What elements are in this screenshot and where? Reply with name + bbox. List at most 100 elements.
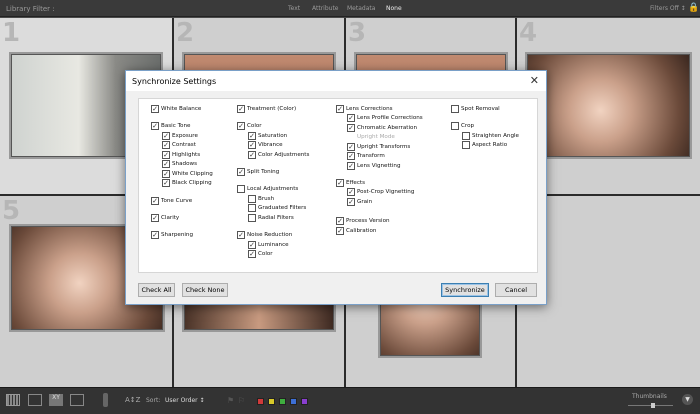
color-label-red[interactable] [257, 398, 264, 405]
checkbox-box[interactable] [162, 141, 170, 149]
sort-dropdown[interactable]: User Order ↕ [165, 397, 205, 404]
checkbox-lens-corrections[interactable]: Lens Corrections [336, 105, 393, 113]
checkbox-box[interactable] [248, 214, 256, 222]
checkbox-box[interactable] [336, 179, 344, 187]
checkbox-box[interactable] [151, 231, 159, 239]
checkbox-box[interactable] [151, 197, 159, 205]
checkbox-grain[interactable]: Grain [347, 198, 372, 206]
checkbox-highlights[interactable]: Highlights [162, 151, 200, 159]
checkbox-box[interactable] [237, 168, 245, 176]
check-none-button[interactable]: Check None [182, 283, 228, 297]
checkbox-color[interactable]: Color [248, 250, 273, 258]
reject-flag-icon[interactable]: ⚐ [238, 396, 245, 405]
filter-metadata[interactable]: Metadata [347, 5, 375, 12]
checkbox-box[interactable] [162, 179, 170, 187]
checkbox-lens-vignetting[interactable]: Lens Vignetting [347, 162, 401, 170]
checkbox-graduated-filters[interactable]: Graduated Filters [248, 204, 306, 212]
checkbox-box[interactable] [347, 143, 355, 151]
checkbox-box[interactable] [462, 141, 470, 149]
checkbox-effects[interactable]: Effects [336, 179, 365, 187]
checkbox-transform[interactable]: Transform [347, 152, 385, 160]
checkbox-box[interactable] [451, 122, 459, 130]
color-label-yellow[interactable] [268, 398, 275, 405]
checkbox-box[interactable] [162, 160, 170, 168]
check-all-button[interactable]: Check All [138, 283, 175, 297]
toolbar-menu-icon[interactable]: ▼ [682, 394, 693, 405]
checkbox-color[interactable]: Color [237, 122, 262, 130]
checkbox-calibration[interactable]: Calibration [336, 227, 376, 235]
checkbox-treatment-color[interactable]: Treatment (Color) [237, 105, 296, 113]
checkbox-tone-curve[interactable]: Tone Curve [151, 197, 192, 205]
thumbnail-size-slider[interactable] [628, 403, 673, 408]
flag-icon[interactable]: ⚑ [227, 396, 234, 405]
checkbox-spot-removal[interactable]: Spot Removal [451, 105, 500, 113]
grid-view-icon[interactable] [6, 394, 20, 406]
checkbox-sharpening[interactable]: Sharpening [151, 231, 193, 239]
checkbox-contrast[interactable]: Contrast [162, 141, 196, 149]
checkbox-box[interactable] [248, 250, 256, 258]
checkbox-box[interactable] [347, 114, 355, 122]
checkbox-noise-reduction[interactable]: Noise Reduction [237, 231, 292, 239]
checkbox-aspect-ratio[interactable]: Aspect Ratio [462, 141, 507, 149]
checkbox-shadows[interactable]: Shadows [162, 160, 197, 168]
filter-attribute[interactable]: Attribute [312, 5, 339, 12]
checkbox-box[interactable] [237, 105, 245, 113]
checkbox-box[interactable] [248, 241, 256, 249]
color-label-blue[interactable] [290, 398, 297, 405]
checkbox-black-clipping[interactable]: Black Clipping [162, 179, 212, 187]
checkbox-saturation[interactable]: Saturation [248, 132, 287, 140]
checkbox-box[interactable] [248, 141, 256, 149]
checkbox-box[interactable] [151, 214, 159, 222]
sort-direction-icon[interactable]: A↕Z [125, 396, 140, 404]
checkbox-box[interactable] [248, 132, 256, 140]
spray-can-icon[interactable] [103, 393, 108, 407]
checkbox-box[interactable] [451, 105, 459, 113]
checkbox-brush[interactable]: Brush [248, 195, 274, 203]
checkbox-upright-transforms[interactable]: Upright Transforms [347, 143, 410, 151]
checkbox-box[interactable] [336, 105, 344, 113]
checkbox-box[interactable] [462, 132, 470, 140]
checkbox-box[interactable] [347, 198, 355, 206]
loupe-view-icon[interactable] [28, 394, 42, 406]
filter-text[interactable]: Text [288, 5, 300, 12]
filter-none[interactable]: None [386, 5, 402, 12]
checkbox-split-toning[interactable]: Split Toning [237, 168, 279, 176]
compare-view-icon[interactable]: XY [49, 394, 63, 406]
lock-icon[interactable]: 🔒 [688, 3, 699, 13]
checkbox-box[interactable] [336, 227, 344, 235]
checkbox-crop[interactable]: Crop [451, 122, 474, 130]
checkbox-lens-profile-corrections[interactable]: Lens Profile Corrections [347, 114, 423, 122]
checkbox-color-adjustments[interactable]: Color Adjustments [248, 151, 309, 159]
checkbox-local-adjustments[interactable]: Local Adjustments [237, 185, 298, 193]
checkbox-clarity[interactable]: Clarity [151, 214, 179, 222]
close-icon[interactable]: ✕ [530, 74, 539, 87]
checkbox-chromatic-aberration[interactable]: Chromatic Aberration [347, 124, 417, 132]
checkbox-luminance[interactable]: Luminance [248, 241, 289, 249]
survey-view-icon[interactable] [70, 394, 84, 406]
cancel-button[interactable]: Cancel [495, 283, 537, 297]
checkbox-exposure[interactable]: Exposure [162, 132, 198, 140]
checkbox-box[interactable] [248, 151, 256, 159]
checkbox-box[interactable] [237, 231, 245, 239]
checkbox-box[interactable] [248, 204, 256, 212]
checkbox-radial-filters[interactable]: Radial Filters [248, 214, 294, 222]
checkbox-process-version[interactable]: Process Version [336, 217, 390, 225]
checkbox-box[interactable] [347, 124, 355, 132]
color-label-green[interactable] [279, 398, 286, 405]
checkbox-box[interactable] [162, 132, 170, 140]
color-label-purple[interactable] [301, 398, 308, 405]
checkbox-box[interactable] [237, 122, 245, 130]
checkbox-box[interactable] [248, 195, 256, 203]
checkbox-box[interactable] [347, 188, 355, 196]
checkbox-box[interactable] [336, 217, 344, 225]
checkbox-post-crop-vignetting[interactable]: Post-Crop Vignetting [347, 188, 414, 196]
checkbox-box[interactable] [151, 122, 159, 130]
checkbox-box[interactable] [347, 162, 355, 170]
checkbox-white-clipping[interactable]: White Clipping [162, 170, 213, 178]
checkbox-vibrance[interactable]: Vibrance [248, 141, 283, 149]
checkbox-box[interactable] [347, 152, 355, 160]
photo-thumbnail[interactable] [527, 54, 690, 157]
checkbox-box[interactable] [237, 185, 245, 193]
slider-handle[interactable] [650, 403, 655, 408]
checkbox-box[interactable] [162, 170, 170, 178]
